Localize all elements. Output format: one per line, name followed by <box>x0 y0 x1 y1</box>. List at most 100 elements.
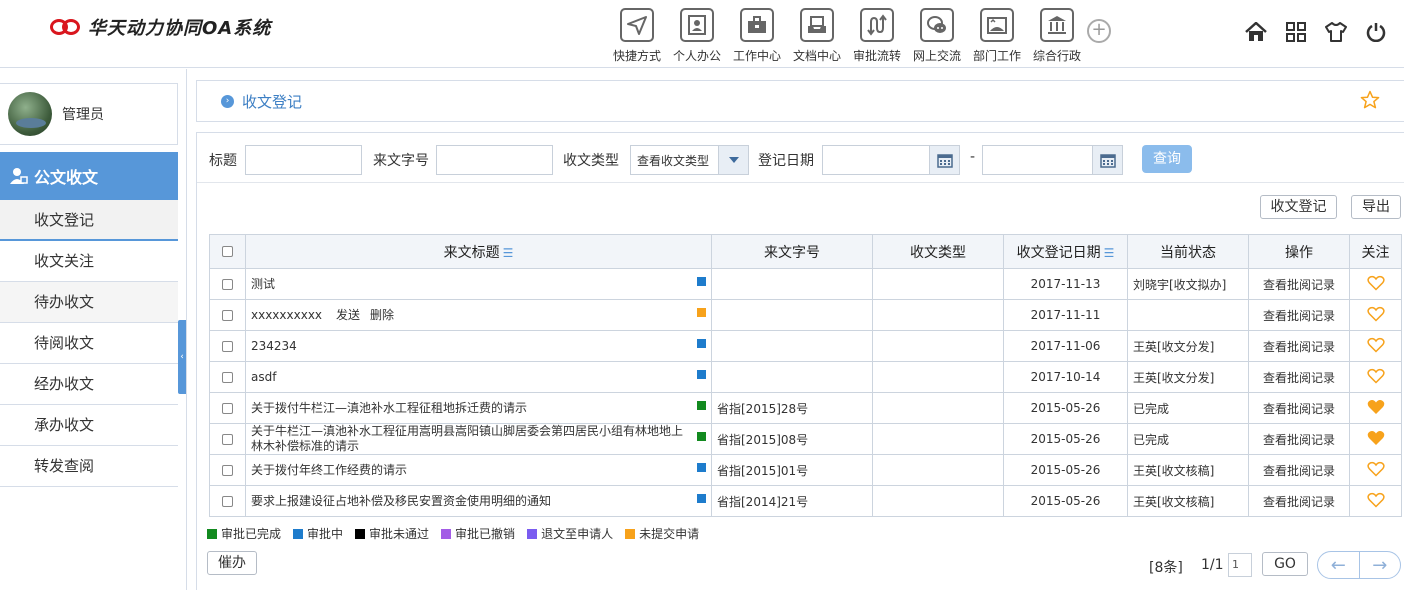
user-panel[interactable]: 管理员 <box>0 83 178 145</box>
table-row[interactable]: 关于拨付年终工作经费的请示省指[2015]01号2015-05-26王英[收文核… <box>210 455 1402 486</box>
heart-icon[interactable] <box>1367 280 1385 294</box>
nav-work-center[interactable]: 工作中心 <box>727 8 787 64</box>
caret-down-icon[interactable] <box>718 146 748 174</box>
power-icon[interactable] <box>1356 20 1396 44</box>
nav-department-work[interactable]: 部门工作 <box>967 8 1027 64</box>
chevron-right-icon: › <box>221 95 234 108</box>
heart-icon[interactable] <box>1367 311 1385 325</box>
page-number-input[interactable]: 1 <box>1228 553 1252 577</box>
filter-bar: 标题 来文字号 收文类型 查看收文类型 登记日期 - 查询 <box>197 133 1404 183</box>
go-button[interactable]: GO <box>1262 552 1308 576</box>
row-checkbox[interactable] <box>222 496 233 507</box>
row-checkbox[interactable] <box>222 341 233 352</box>
shirt-icon[interactable] <box>1316 20 1356 44</box>
row-title[interactable]: asdf <box>251 370 276 384</box>
home-icon[interactable] <box>1236 20 1276 44</box>
column-header-date[interactable]: 收文登记日期☰ <box>1004 235 1128 269</box>
view-record-link[interactable]: 查看批阅记录 <box>1249 331 1350 362</box>
nav-label: 综合行政 <box>1027 47 1087 64</box>
legend-swatch-icon <box>207 529 217 539</box>
view-record-link[interactable]: 查看批阅记录 <box>1249 300 1350 331</box>
date-start-input[interactable] <box>822 145 960 175</box>
sort-list-icon[interactable]: ☰ <box>503 246 514 260</box>
row-title[interactable]: xxxxxxxxxx <box>251 308 322 322</box>
docno-filter-input[interactable] <box>436 145 553 175</box>
arrow-left-icon[interactable]: ← <box>1318 552 1359 578</box>
type-filter-select[interactable]: 查看收文类型 <box>630 145 749 175</box>
register-button[interactable]: 收文登记 <box>1260 195 1337 219</box>
view-record-link[interactable]: 查看批阅记录 <box>1249 486 1350 517</box>
arrow-right-icon[interactable]: → <box>1359 552 1401 578</box>
sidebar-item-forward[interactable]: 转发查阅 <box>0 446 178 487</box>
date-filter-label: 登记日期 <box>758 150 814 170</box>
title-filter-input[interactable] <box>245 145 362 175</box>
table-row[interactable]: xxxxxxxxxx发送删除2017-11-11查看批阅记录 <box>210 300 1402 331</box>
table-row[interactable]: 关于拨付牛栏江—滇池补水工程征租地拆迁费的请示省指[2015]28号2015-0… <box>210 393 1402 424</box>
row-title[interactable]: 关于牛栏江—滇池补水工程征用嵩明县嵩阳镇山脚居委会第四居民小组有林地地上林木补偿… <box>251 424 683 453</box>
query-button[interactable]: 查询 <box>1142 145 1192 173</box>
heart-icon[interactable] <box>1367 373 1385 387</box>
sidebar-item-undertake[interactable]: 承办收文 <box>0 405 178 446</box>
view-record-link[interactable]: 查看批阅记录 <box>1249 455 1350 486</box>
table-row[interactable]: 关于牛栏江—滇池补水工程征用嵩明县嵩阳镇山脚居委会第四居民小组有林地地上林木补偿… <box>210 424 1402 455</box>
nav-approval-flow[interactable]: 审批流转 <box>847 8 907 64</box>
row-checkbox[interactable] <box>222 403 233 414</box>
urge-button[interactable]: 催办 <box>207 551 257 575</box>
nav-online-chat[interactable]: 网上交流 <box>907 8 967 64</box>
calendar-icon[interactable] <box>1092 146 1122 174</box>
view-record-link[interactable]: 查看批阅记录 <box>1249 362 1350 393</box>
column-header-title[interactable]: 来文标题☰ <box>246 235 712 269</box>
type-filter-label: 收文类型 <box>563 150 619 170</box>
row-checkbox[interactable] <box>222 372 233 383</box>
grid-icon[interactable] <box>1276 20 1316 44</box>
app-logo[interactable]: 华天动力协同OA系统 <box>50 14 271 40</box>
row-title[interactable]: 234234 <box>251 339 297 353</box>
heart-icon[interactable] <box>1367 404 1385 418</box>
table-row[interactable]: 测试2017-11-13刘晓宇[收文拟办]查看批阅记录 <box>210 269 1402 300</box>
follow-cell <box>1350 393 1402 424</box>
table-header-row: 来文标题☰ 来文字号 收文类型 收文登记日期☰ 当前状态 操作 关注 <box>210 235 1402 269</box>
calendar-icon[interactable] <box>929 146 959 174</box>
heart-icon[interactable] <box>1367 497 1385 511</box>
sidebar-item-register[interactable]: 收文登记 <box>0 200 178 241</box>
sidebar-item-handled[interactable]: 经办收文 <box>0 364 178 405</box>
send-link[interactable]: 发送 <box>336 308 360 322</box>
heart-icon[interactable] <box>1367 435 1385 449</box>
view-record-link[interactable]: 查看批阅记录 <box>1249 424 1350 455</box>
view-record-link[interactable]: 查看批阅记录 <box>1249 393 1350 424</box>
nav-personal-office[interactable]: 个人办公 <box>667 8 727 64</box>
sidebar: 管理员 公文收文 收文登记 收文关注 待办收文 待阅收文 经办收文 承办收文 转… <box>0 69 187 590</box>
row-checkbox[interactable] <box>222 434 233 445</box>
row-title[interactable]: 关于拨付年终工作经费的请示 <box>251 463 407 477</box>
select-all-checkbox[interactable] <box>222 246 233 257</box>
sort-list-icon[interactable]: ☰ <box>1104 246 1115 260</box>
heart-icon[interactable] <box>1367 466 1385 480</box>
type-cell <box>873 393 1004 424</box>
sidebar-item-todo[interactable]: 待办收文 <box>0 282 178 323</box>
user-doc-icon <box>10 167 28 185</box>
table-row[interactable]: 2342342017-11-06王英[收文分发]查看批阅记录 <box>210 331 1402 362</box>
row-title[interactable]: 要求上报建设征占地补偿及移民安置资金使用明细的通知 <box>251 494 551 508</box>
star-icon[interactable] <box>1360 90 1380 114</box>
view-record-link[interactable]: 查看批阅记录 <box>1249 269 1350 300</box>
delete-link[interactable]: 删除 <box>370 308 394 322</box>
sidebar-collapse-handle[interactable]: ‹ <box>178 320 186 394</box>
row-checkbox[interactable] <box>222 279 233 290</box>
sidebar-item-follow[interactable]: 收文关注 <box>0 241 178 282</box>
docno-cell: 省指[2015]28号 <box>712 393 873 424</box>
row-checkbox[interactable] <box>222 465 233 476</box>
date-end-input[interactable] <box>982 145 1123 175</box>
add-nav-icon[interactable]: + <box>1087 19 1111 43</box>
sidebar-section-header[interactable]: 公文收文 <box>0 152 178 200</box>
row-title[interactable]: 测试 <box>251 277 275 291</box>
nav-admin[interactable]: 综合行政 <box>1027 8 1087 64</box>
row-checkbox[interactable] <box>222 310 233 321</box>
table-row[interactable]: asdf2017-10-14王英[收文分发]查看批阅记录 <box>210 362 1402 393</box>
export-button[interactable]: 导出 <box>1351 195 1401 219</box>
heart-icon[interactable] <box>1367 342 1385 356</box>
nav-shortcuts[interactable]: 快捷方式 <box>607 8 667 64</box>
sidebar-item-to-read[interactable]: 待阅收文 <box>0 323 178 364</box>
nav-doc-center[interactable]: 文档中心 <box>787 8 847 64</box>
row-title[interactable]: 关于拨付牛栏江—滇池补水工程征租地拆迁费的请示 <box>251 401 527 415</box>
table-row[interactable]: 要求上报建设征占地补偿及移民安置资金使用明细的通知省指[2014]21号2015… <box>210 486 1402 517</box>
